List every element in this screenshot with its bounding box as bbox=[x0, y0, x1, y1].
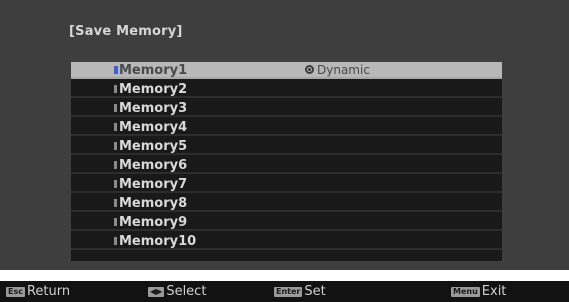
memory-item[interactable]: Memory10 bbox=[71, 233, 502, 250]
item-marker-icon bbox=[114, 104, 117, 112]
return-hint[interactable]: Esc Return bbox=[6, 285, 70, 299]
exit-hint-label: Exit bbox=[481, 284, 507, 299]
arrow-keys-icon: ◀▶ bbox=[148, 287, 165, 297]
item-marker-icon bbox=[114, 123, 117, 131]
memory-item-label: Memory9 bbox=[119, 215, 188, 230]
memory-item[interactable]: Memory4 bbox=[71, 119, 502, 136]
select-hint[interactable]: ◀▶ Select bbox=[148, 285, 206, 299]
item-marker-icon bbox=[114, 142, 117, 150]
menu-key-icon: Menu bbox=[451, 287, 480, 297]
set-hint-label: Set bbox=[304, 284, 326, 299]
select-hint-label: Select bbox=[166, 284, 207, 299]
memory-item-label: Memory5 bbox=[119, 139, 188, 154]
osd-screen: [Save Memory] Memory1 Dynamic Memory2 Me… bbox=[0, 0, 569, 270]
saved-indicator-icon bbox=[305, 65, 314, 74]
memory-item-label: Memory8 bbox=[119, 196, 188, 211]
memory-item-label: Memory1 bbox=[119, 63, 188, 78]
item-marker-icon bbox=[114, 180, 117, 188]
exit-hint[interactable]: Menu Exit bbox=[451, 285, 506, 299]
footer-hint-bar: Esc Return ◀▶ Select Enter Set Menu Exit bbox=[0, 281, 569, 302]
memory-item[interactable]: Memory9 bbox=[71, 214, 502, 231]
esc-key-icon: Esc bbox=[6, 287, 25, 297]
memory-list: Memory1 Dynamic Memory2 Memory3 Memory4 … bbox=[71, 62, 502, 261]
memory-item-label: Memory10 bbox=[119, 234, 197, 249]
memory-item-label: Memory3 bbox=[119, 101, 188, 116]
memory-item-label: Memory7 bbox=[119, 177, 188, 192]
item-marker-icon bbox=[114, 237, 117, 245]
return-hint-label: Return bbox=[26, 284, 71, 299]
memory-item[interactable]: Memory2 bbox=[71, 81, 502, 98]
memory-item-status: Dynamic bbox=[317, 63, 370, 77]
memory-item-label: Memory6 bbox=[119, 158, 188, 173]
item-marker-icon bbox=[114, 85, 117, 93]
enter-key-icon: Enter bbox=[274, 287, 303, 297]
memory-item[interactable]: Memory5 bbox=[71, 138, 502, 155]
memory-item-label: Memory4 bbox=[119, 120, 188, 135]
item-marker-icon bbox=[114, 199, 117, 207]
memory-item[interactable]: Memory7 bbox=[71, 176, 502, 193]
memory-item[interactable]: Memory8 bbox=[71, 195, 502, 212]
selection-marker-icon bbox=[114, 66, 118, 74]
memory-item[interactable]: Memory1 Dynamic bbox=[71, 62, 502, 79]
memory-item[interactable]: Memory3 bbox=[71, 100, 502, 117]
memory-item-label: Memory2 bbox=[119, 82, 188, 97]
dialog-title: [Save Memory] bbox=[69, 24, 183, 39]
item-marker-icon bbox=[114, 218, 117, 226]
item-marker-icon bbox=[114, 161, 117, 169]
set-hint[interactable]: Enter Set bbox=[274, 285, 326, 299]
memory-item[interactable]: Memory6 bbox=[71, 157, 502, 174]
